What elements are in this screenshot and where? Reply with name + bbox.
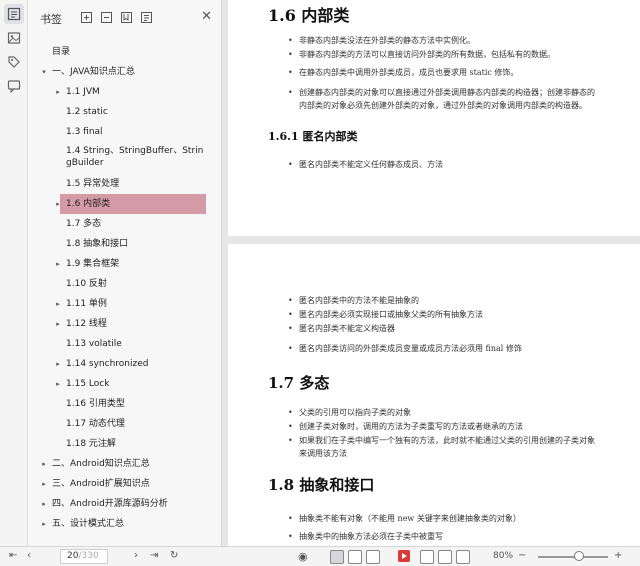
bookmark-item[interactable]: ▸ 五、设计模式汇总 [28, 514, 208, 534]
bookmark-item[interactable]: 1.8 抽象和接口 [28, 234, 208, 254]
bookmark-item[interactable]: ▾ 一、JAVA知识点汇总 [28, 62, 208, 82]
continuous-mode-icon[interactable] [348, 550, 362, 564]
document-page: 匿名内部类中的方法不能是抽象的 匿名内部类必须实现接口或抽象父类的所有抽象方法 … [228, 244, 640, 546]
page-number-input[interactable]: 20/330 [60, 549, 108, 564]
fit-width-icon[interactable] [438, 550, 452, 564]
bookmark-item[interactable]: 1.7 多态 [28, 214, 208, 234]
left-rail [0, 0, 28, 546]
bookmarks-icon[interactable] [4, 4, 24, 24]
zoom-slider[interactable] [538, 556, 608, 558]
bookmark-panel-header: 书签 ✕ [28, 0, 222, 34]
bookmark-panel: 书签 ✕ 目录 ▾ 一、JAVA知识点汇总 ▸ 1.1 JVM 1.2 static… [28, 0, 238, 546]
bookmark-item[interactable]: 1.10 反射 [28, 274, 208, 294]
document-view[interactable]: 1.6 内部类 非静态内部类没法在外部类的静态方法中实例化。 非静态内部类的方法… [222, 0, 640, 546]
prev-page-icon[interactable]: ‹ [27, 550, 31, 561]
collapse-all-icon[interactable] [100, 11, 112, 23]
bullet-text: 非静态内部类的方法可以直接访问外部类的所有数据，包括私有的数据。 [288, 48, 555, 61]
bookmark-item[interactable]: ▸ 1.12 线程 [28, 314, 208, 334]
zoom-slider-knob[interactable] [574, 551, 584, 561]
bookmark-item[interactable]: ▸ 二、Android知识点汇总 [28, 454, 208, 474]
expand-arrow-icon[interactable]: ▸ [54, 354, 62, 374]
bullet-text-continued: 内部类的对象必须先创建外部类的对象，通过外部类的对象调用内部类的构造器。 [299, 101, 587, 110]
expand-arrow-icon[interactable]: ▸ [40, 454, 48, 474]
bookmark-item[interactable]: ▸ 1.9 集合框架 [28, 254, 208, 274]
bullet-text: 在静态内部类中调用外部类成员，成员也要求用 static 修饰。 [288, 66, 518, 79]
bookmark-item[interactable]: ▸ 1.1 JVM [28, 82, 208, 102]
bullet-text-continued: 来调用该方法 [299, 449, 347, 458]
expand-arrow-icon[interactable]: ▸ [54, 314, 62, 334]
zoom-out-icon[interactable]: − [518, 550, 526, 561]
bookmark-item[interactable]: 1.17 动态代理 [28, 414, 208, 434]
expand-arrow-icon[interactable]: ▸ [54, 294, 62, 314]
next-page-icon[interactable]: › [134, 550, 138, 561]
play-icon[interactable] [398, 550, 410, 562]
bullet-text: 非静态内部类没法在外部类的静态方法中实例化。 [288, 34, 475, 47]
bullet-text: 匿名内部类中的方法不能是抽象的 [288, 294, 419, 307]
book-mode-icon[interactable] [420, 550, 434, 564]
section-heading: 1.6 内部类 [268, 6, 350, 25]
expand-arrow-icon[interactable]: ▸ [54, 194, 62, 214]
page-current: 20 [67, 551, 79, 561]
section-heading: 1.8 抽象和接口 [268, 476, 375, 494]
zoom-level: 80% [493, 551, 514, 561]
expand-arrow-icon[interactable]: ▸ [40, 514, 48, 534]
expand-arrow-icon[interactable]: ▸ [54, 254, 62, 274]
bookmark-item[interactable]: 目录 [28, 42, 208, 62]
section-heading: 1.7 多态 [268, 374, 330, 392]
bookmark-item[interactable]: ▸ 三、Android扩展知识点 [28, 474, 208, 494]
bullet-text: 匿名内部类必须实现接口或抽象父类的所有抽象方法 [288, 308, 483, 321]
rotate-icon[interactable]: ↻ [170, 550, 178, 561]
bookmark-item[interactable]: 1.13 volatile [28, 334, 208, 354]
bookmark-item[interactable]: 1.3 final [28, 122, 208, 142]
double-page-mode-icon[interactable] [366, 550, 380, 564]
document-page: 1.6 内部类 非静态内部类没法在外部类的静态方法中实例化。 非静态内部类的方法… [228, 0, 640, 236]
pdf-reader-window: 书签 ✕ 目录 ▾ 一、JAVA知识点汇总 ▸ 1.1 JVM 1.2 static… [0, 0, 640, 566]
bookmark-item[interactable]: ▸ 四、Android开源库源码分析 [28, 494, 208, 514]
zoom-in-icon[interactable]: + [614, 550, 622, 561]
panel-title: 书签 [40, 13, 62, 26]
bullet-text: 匿名内部类不能定义任何静态成员、方法 [288, 158, 443, 171]
bookmark-options-icon[interactable] [140, 11, 152, 23]
expand-arrow-icon[interactable]: ▸ [40, 474, 48, 494]
status-bar: ⇤ ‹ 20/330 › ⇥ ↻ ◉ 80% − + [0, 546, 640, 566]
close-panel-icon[interactable]: ✕ [201, 9, 212, 24]
bookmark-item[interactable]: 1.18 元注解 [28, 434, 208, 454]
tag-icon[interactable] [6, 54, 22, 70]
comment-icon[interactable] [6, 78, 22, 94]
bullet-text: 匿名内部类访问的外部类成员变量或成员方法必须用 final 修饰 [288, 342, 522, 355]
single-page-mode-icon[interactable] [330, 550, 344, 564]
first-page-icon[interactable]: ⇤ [9, 550, 17, 561]
bullet-text: 抽象类不能有对象（不能用 new 关键字来创建抽象类的对象） [288, 512, 521, 525]
bullet-text: 创建子类对象时，调用的方法为子类重写的方法或者继承的方法 [288, 420, 523, 433]
bookmark-item[interactable]: 1.16 引用类型 [28, 394, 208, 414]
bookmark-item[interactable]: ▸ 1.14 synchronized [28, 354, 208, 374]
last-page-icon[interactable]: ⇥ [150, 550, 158, 561]
eye-protect-icon[interactable]: ◉ [298, 550, 308, 563]
subsection-heading: 1.6.1 匿名内部类 [268, 130, 358, 143]
expand-all-icon[interactable] [80, 11, 92, 23]
bullet-text: 创建静态内部类的对象可以直接通过外部类调用静态内部类的构造器；创建非静态的 [288, 86, 595, 99]
expand-arrow-icon[interactable]: ▸ [54, 82, 62, 102]
add-bookmark-icon[interactable] [120, 11, 132, 23]
expand-arrow-icon[interactable]: ▸ [40, 494, 48, 514]
bullet-text: 匿名内部类不能定义构造器 [288, 322, 395, 335]
expand-arrow-icon[interactable]: ▾ [40, 62, 48, 82]
bookmark-item[interactable]: 1.2 static [28, 102, 208, 122]
expand-arrow-icon[interactable]: ▸ [54, 374, 62, 394]
bullet-text: 父类的引用可以指向子类的对象 [288, 406, 411, 419]
page-total: /330 [78, 551, 99, 561]
bookmark-item[interactable]: 1.4 String、StringBuffer、StringBuilder [28, 145, 208, 175]
thumbnails-icon[interactable] [6, 30, 22, 46]
bullet-text: 抽象类中的抽象方法必须在子类中被重写 [288, 530, 443, 543]
bullet-text: 如果我们在子类中编写一个独有的方法，此时就不能通过父类的引用创建的子类对象 [288, 434, 595, 447]
fit-page-icon[interactable] [456, 550, 470, 564]
bookmark-item[interactable]: 1.5 异常处理 [28, 174, 208, 194]
bookmark-item[interactable]: ▸ 1.15 Lock [28, 374, 208, 394]
bookmark-item-selected[interactable]: ▸ 1.6 内部类 [56, 194, 206, 214]
bookmark-item[interactable]: ▸ 1.11 单例 [28, 294, 208, 314]
